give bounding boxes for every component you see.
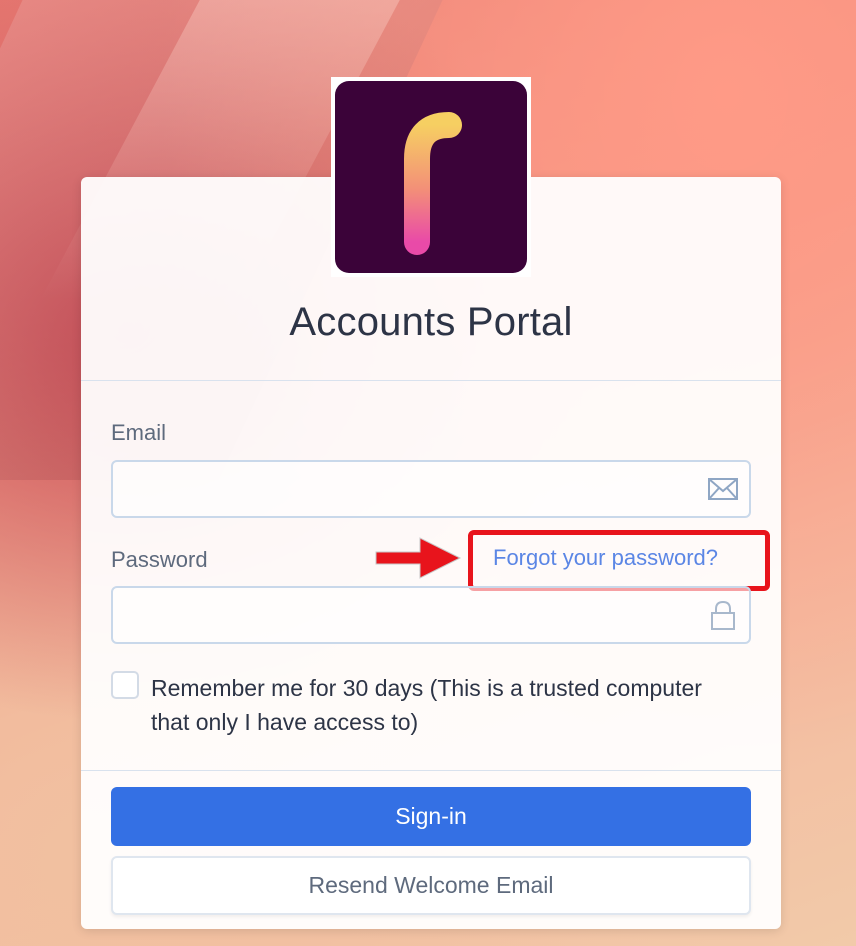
email-field-wrapper	[111, 460, 751, 518]
password-label: Password	[111, 547, 208, 572]
resend-welcome-email-button[interactable]: Resend Welcome Email	[111, 856, 751, 915]
email-label: Email	[111, 420, 167, 445]
email-field[interactable]	[113, 462, 749, 516]
footer-divider	[81, 770, 781, 771]
password-field[interactable]	[113, 588, 749, 642]
password-field-wrapper	[111, 586, 751, 644]
page-title: Accounts Portal	[289, 300, 573, 344]
annotation-arrow-icon	[375, 537, 462, 579]
f-logo-icon	[404, 112, 462, 255]
app-logo-tile	[335, 81, 527, 273]
remember-me-checkbox[interactable]	[111, 671, 139, 699]
remember-me-label: Remember me for 30 days (This is a trust…	[151, 675, 702, 735]
lock-icon	[711, 600, 735, 630]
app-logo	[331, 77, 531, 277]
envelope-icon	[708, 478, 738, 500]
forgot-password-link[interactable]: Forgot your password?	[493, 545, 718, 571]
header-divider	[81, 380, 781, 381]
sign-in-button[interactable]: Sign-in	[111, 787, 751, 846]
